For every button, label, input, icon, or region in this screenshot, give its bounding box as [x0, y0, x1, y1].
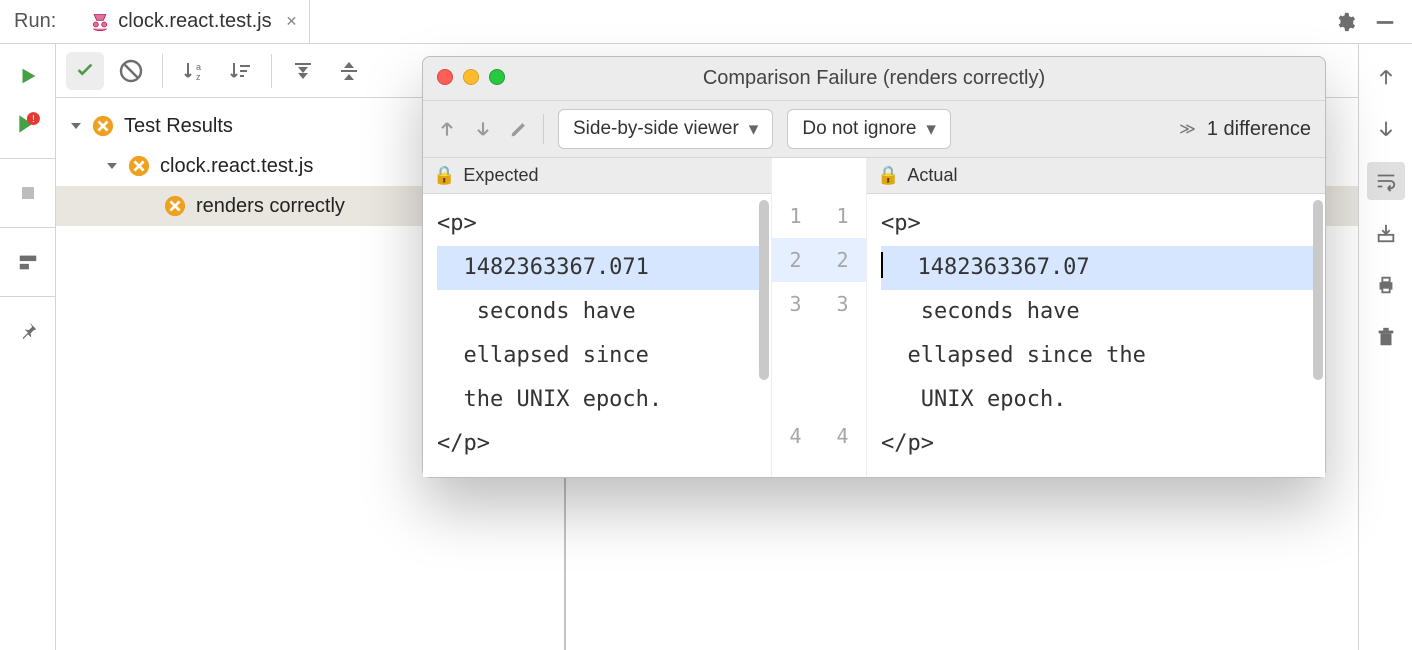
- window-close-icon[interactable]: [437, 69, 453, 85]
- collapse-all-icon[interactable]: [330, 52, 368, 90]
- print-icon[interactable]: [1367, 266, 1405, 304]
- gear-icon[interactable]: [1334, 11, 1356, 33]
- close-icon[interactable]: ✕: [286, 13, 298, 30]
- next-diff-icon[interactable]: [473, 119, 493, 139]
- window-zoom-icon[interactable]: [489, 69, 505, 85]
- line-gutter: 11 22 33 44: [771, 158, 867, 477]
- run-tab[interactable]: clock.react.test.js ✕: [78, 0, 310, 44]
- dialog-titlebar[interactable]: Comparison Failure (renders correctly): [423, 57, 1325, 101]
- more-icon[interactable]: ≫: [1179, 119, 1197, 139]
- arrow-up-icon[interactable]: [1367, 58, 1405, 96]
- right-gutter: [1358, 44, 1412, 650]
- window-minimize-icon[interactable]: [463, 69, 479, 85]
- tree-file-label: clock.react.test.js: [160, 155, 313, 178]
- export-icon[interactable]: [1367, 214, 1405, 252]
- status-fail-icon: [128, 155, 150, 177]
- expected-header: 🔒 Expected: [423, 158, 771, 194]
- sort-alpha-icon[interactable]: az: [175, 52, 213, 90]
- trash-icon[interactable]: [1367, 318, 1405, 356]
- chevron-down-icon: ▾: [926, 118, 936, 141]
- viewer-mode-dropdown[interactable]: Side-by-side viewer ▾: [558, 109, 773, 149]
- left-gutter: !: [0, 44, 56, 650]
- chevron-down-icon: ▾: [749, 118, 759, 141]
- window-controls[interactable]: [437, 69, 505, 85]
- show-passed-icon[interactable]: [66, 52, 104, 90]
- layout-icon[interactable]: [10, 244, 46, 280]
- status-fail-icon: [164, 195, 186, 217]
- expand-all-icon[interactable]: [284, 52, 322, 90]
- sort-duration-icon[interactable]: [221, 52, 259, 90]
- chevron-down-icon: [106, 160, 118, 172]
- svg-text:!: !: [32, 114, 35, 125]
- edit-icon[interactable]: [509, 119, 529, 139]
- rerun-failed-icon[interactable]: !: [10, 106, 46, 142]
- dialog-title: Comparison Failure (renders correctly): [423, 67, 1325, 90]
- prev-diff-icon[interactable]: [437, 119, 457, 139]
- soft-wrap-icon[interactable]: [1367, 162, 1405, 200]
- ignore-mode-dropdown[interactable]: Do not ignore ▾: [787, 109, 951, 149]
- run-label: Run:: [14, 10, 56, 33]
- comparison-dialog: Comparison Failure (renders correctly) S…: [422, 56, 1326, 478]
- pin-icon[interactable]: [10, 313, 46, 349]
- jest-icon: [90, 12, 110, 32]
- diff-count: 1 difference: [1207, 118, 1311, 141]
- actual-code[interactable]: <p> 1482363367.07 seconds have ellapsed …: [867, 194, 1325, 477]
- svg-text:a: a: [196, 62, 201, 72]
- svg-text:z: z: [196, 72, 201, 82]
- arrow-down-icon[interactable]: [1367, 110, 1405, 148]
- dialog-toolbar: Side-by-side viewer ▾ Do not ignore ▾ ≫ …: [423, 101, 1325, 157]
- actual-header: 🔒 Actual: [867, 158, 1325, 194]
- run-icon[interactable]: [10, 58, 46, 94]
- hide-icon[interactable]: [1374, 11, 1396, 33]
- expected-code[interactable]: <p> 1482363367.071 seconds have ellapsed…: [423, 194, 771, 477]
- status-fail-icon: [92, 115, 114, 137]
- stop-icon[interactable]: [10, 175, 46, 211]
- run-tab-label: clock.react.test.js: [118, 10, 271, 33]
- chevron-down-icon: [70, 120, 82, 132]
- lock-icon: 🔒: [433, 165, 455, 186]
- run-panel-topbar: Run: clock.react.test.js ✕: [0, 0, 1412, 44]
- tree-test-label: renders correctly: [196, 195, 345, 218]
- show-ignored-icon[interactable]: [112, 52, 150, 90]
- lock-icon: 🔒: [877, 165, 899, 186]
- tree-root-label: Test Results: [124, 115, 233, 138]
